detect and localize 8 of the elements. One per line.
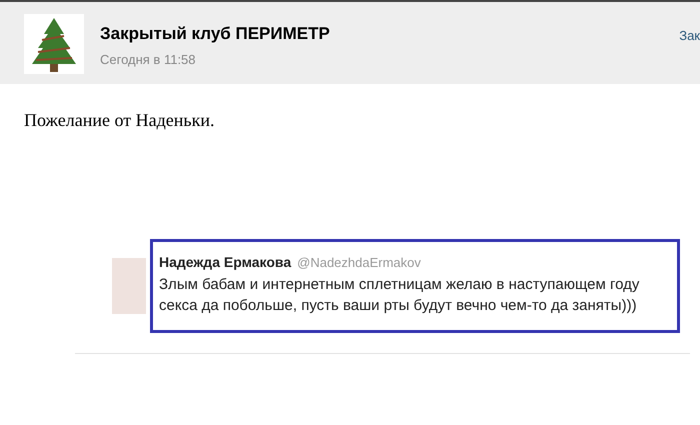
post-text: Пожелание от Наденьки. <box>24 110 216 131</box>
action-link[interactable]: Зак <box>679 28 700 43</box>
tree-icon[interactable] <box>24 14 84 74</box>
tweet-text: Злым бабам и интернетным сплетницам желаю в наступающем году секса да побольше, пусть ваши рты будут вечно чем-то да заняты))) <box>159 275 640 316</box>
author-name: Надежда Ермакова <box>159 254 292 270</box>
group-title[interactable]: Закрытый клуб ПЕРИМЕТР <box>100 24 330 44</box>
author-handle: @NadezhdaErmakov <box>297 255 421 270</box>
photo-placeholder <box>112 258 146 314</box>
